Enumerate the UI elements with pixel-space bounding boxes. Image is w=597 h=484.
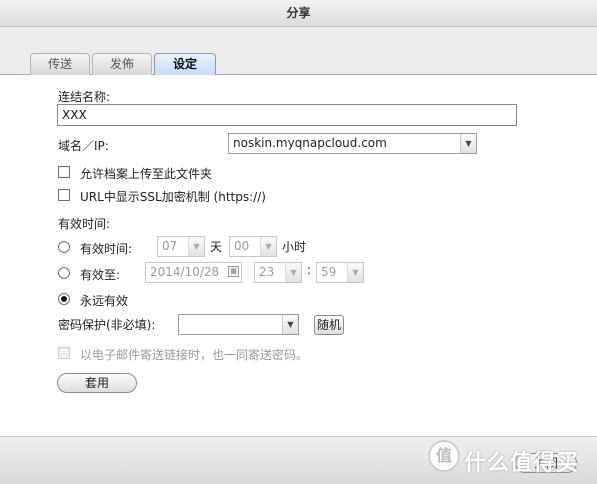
watermark-logo: 值 [428, 440, 460, 472]
link-name-label: 连结名称: [58, 90, 111, 104]
chevron-down-icon: ▼ [188, 237, 204, 256]
domain-select[interactable]: noskin.myqnapcloud.com ▼ [228, 133, 477, 154]
tab-settings[interactable]: 设定 [154, 53, 216, 75]
time-separator: : [307, 263, 312, 277]
tab-transfer[interactable]: 传送 [30, 53, 90, 75]
valid-until-hour-value: 23 [259, 265, 275, 279]
hours-unit-label: 小时 [282, 240, 307, 254]
allow-upload-checkbox[interactable] [58, 166, 70, 178]
valid-until-label: 有效至: [80, 268, 121, 282]
forever-label: 永远有效 [80, 294, 129, 308]
tab-publish[interactable]: 发佈 [92, 53, 152, 75]
link-name-input[interactable] [57, 104, 517, 126]
chevron-down-icon: ▼ [282, 315, 298, 334]
watermark: 值 什么值得买 [428, 438, 593, 478]
ssl-checkbox[interactable] [58, 189, 70, 201]
valid-until-hour-select[interactable]: 23 ▼ [254, 262, 302, 283]
forever-radio[interactable] [58, 293, 70, 305]
domain-label: 域名／IP: [58, 139, 109, 153]
valid-until-date-field[interactable]: 2014/10/28 ▦ [145, 262, 242, 283]
valid-until-date-value: 2014/10/28 [150, 265, 220, 279]
apply-button[interactable]: 套用 [57, 373, 137, 393]
tab-bar: 传送 发佈 设定 [0, 27, 597, 75]
valid-hours-select[interactable]: 00 ▼ [229, 236, 277, 257]
chevron-down-icon: ▼ [347, 263, 363, 282]
valid-time-radio[interactable] [58, 241, 70, 253]
ssl-label: URL中显示SSL加密机制 (https://) [80, 190, 266, 204]
chevron-down-icon: ▼ [460, 134, 476, 153]
calendar-icon[interactable]: ▦ [228, 266, 239, 277]
password-select[interactable]: ▼ [178, 314, 299, 335]
valid-time-label: 有效时间: [80, 242, 133, 256]
random-button[interactable]: 随机 [314, 315, 344, 335]
domain-select-value: noskin.myqnapcloud.com [233, 136, 387, 150]
chevron-down-icon: ▼ [285, 263, 301, 282]
valid-until-radio[interactable] [58, 267, 70, 279]
valid-days-select[interactable]: 07 ▼ [157, 236, 205, 257]
email-password-checkbox[interactable] [58, 347, 70, 359]
valid-until-minute-value: 59 [321, 265, 337, 279]
watermark-text: 什么值得买 [464, 451, 580, 476]
valid-hours-value: 00 [234, 239, 250, 253]
password-label: 密码保护(非必填): [58, 318, 156, 332]
chevron-down-icon: ▼ [260, 237, 276, 256]
valid-until-minute-select[interactable]: 59 ▼ [316, 262, 364, 283]
allow-upload-label: 允许档案上传至此文件夹 [80, 167, 213, 181]
valid-days-value: 07 [162, 239, 178, 253]
validity-label: 有效时间: [58, 217, 111, 231]
days-unit-label: 天 [210, 240, 223, 254]
window-title: 分享 [0, 0, 597, 27]
email-password-label: 以电子邮件寄送链接时，也一同寄送密码。 [80, 348, 309, 362]
